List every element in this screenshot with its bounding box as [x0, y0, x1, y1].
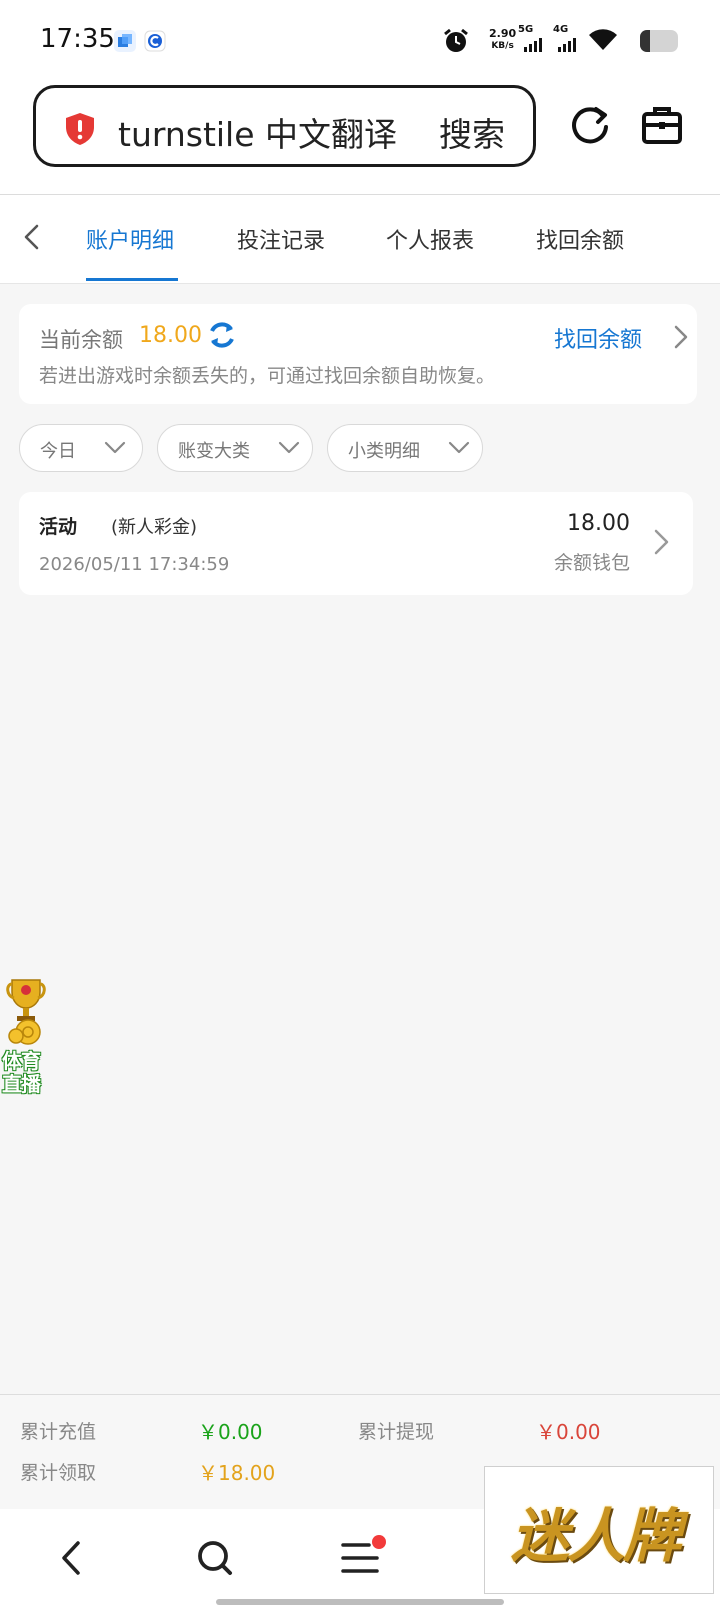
signal-2-bars [558, 38, 576, 52]
total-withdraw-label: 累计提现 [358, 1421, 435, 1443]
chevron-down-icon [448, 441, 470, 454]
back-chevron-icon[interactable] [18, 222, 48, 252]
chevron-right-icon[interactable] [671, 324, 691, 350]
balance-card: 当前余额 18.00 找回余额 若进出游戏时余额丢失的，可通过找回余额自助恢复。 [19, 304, 697, 404]
chevron-right-icon [651, 528, 671, 556]
brand-logo-text: 迷人牌 [511, 1502, 681, 1570]
nav-back-icon[interactable] [58, 1539, 86, 1581]
total-claim-label: 累计领取 [20, 1462, 97, 1484]
record-amount: 18.00 [567, 511, 630, 536]
status-time: 17:35 [40, 24, 115, 54]
tab-personal-report[interactable]: 个人报表 [386, 223, 474, 255]
record-time: 2026/05/11 17:34:59 [39, 554, 230, 575]
notification-app-icon-2 [144, 30, 166, 52]
browser-toolbar: turnstile 中文翻译 搜索 [0, 84, 720, 195]
net-speed: 2.90 KB/s [489, 28, 516, 52]
recover-balance-link[interactable]: 找回余额 [554, 322, 642, 354]
notification-dot [372, 1535, 386, 1549]
signal-1-bars [524, 38, 542, 52]
filter-date[interactable]: 今日 [19, 424, 143, 472]
filter-subcategory[interactable]: 小类明细 [327, 424, 483, 472]
signal-2-label: 4G [553, 24, 569, 35]
transaction-record[interactable]: 活动 (新人彩金) 2026/05/11 17:34:59 18.00 余额钱包 [19, 492, 693, 595]
tab-bar: 账户明细 投注记录 个人报表 找回余额 [0, 195, 720, 284]
home-indicator[interactable] [216, 1599, 504, 1605]
signal-1-label: 5G [518, 24, 534, 35]
total-recharge-value: ￥0.00 [198, 1420, 263, 1444]
chevron-down-icon [104, 441, 126, 454]
brand-watermark: 迷人牌 [484, 1466, 714, 1594]
total-claim-value: ￥18.00 [198, 1461, 276, 1485]
tab-bet-records[interactable]: 投注记录 [237, 223, 325, 255]
tab-recover-balance[interactable]: 找回余额 [536, 223, 624, 255]
status-bar: 17:35 2.90 KB/s 5G 4G [0, 0, 720, 84]
balance-label: 当前余额 [39, 328, 123, 352]
record-subtype: (新人彩金) [111, 517, 198, 538]
net-speed-unit: KB/s [491, 41, 514, 51]
search-query[interactable]: turnstile 中文翻译 [118, 108, 397, 156]
record-wallet: 余额钱包 [553, 552, 630, 574]
total-recharge-label: 累计充值 [20, 1421, 97, 1443]
balance-value: 18.00 [139, 323, 202, 348]
wifi-icon [588, 28, 618, 56]
sports-live-line1: 体育 [2, 1049, 41, 1073]
sports-live-label: 体育 直播 [2, 1050, 48, 1096]
net-speed-value: 2.90 [489, 27, 517, 40]
nav-search-icon[interactable] [196, 1539, 234, 1581]
record-type: 活动 [39, 516, 78, 538]
refresh-balance-icon[interactable] [207, 320, 237, 350]
balance-hint: 若进出游戏时余额丢失的，可通过找回余额自助恢复。 [39, 365, 496, 387]
sports-live-line2: 直播 [2, 1072, 41, 1096]
refresh-icon[interactable] [568, 103, 612, 147]
battery-icon [640, 30, 678, 52]
shield-icon [64, 112, 96, 150]
active-tab-indicator [86, 278, 178, 281]
alarm-icon [442, 27, 470, 59]
notification-app-icon [114, 30, 136, 52]
chevron-down-icon [278, 441, 300, 454]
total-withdraw-value: ￥0.00 [536, 1420, 601, 1444]
sports-live-badge[interactable]: 体育 直播 [0, 976, 50, 1098]
filter-date-label: 今日 [40, 441, 76, 462]
filter-category-label: 账变大类 [178, 441, 250, 462]
toolbox-icon[interactable] [641, 105, 683, 145]
tab-account-detail[interactable]: 账户明细 [86, 223, 174, 255]
search-bar[interactable]: turnstile 中文翻译 搜索 [33, 85, 536, 167]
filter-subcategory-label: 小类明细 [348, 441, 420, 462]
filter-category[interactable]: 账变大类 [157, 424, 313, 472]
search-button[interactable]: 搜索 [439, 108, 505, 156]
trophy-icon [6, 976, 46, 1048]
